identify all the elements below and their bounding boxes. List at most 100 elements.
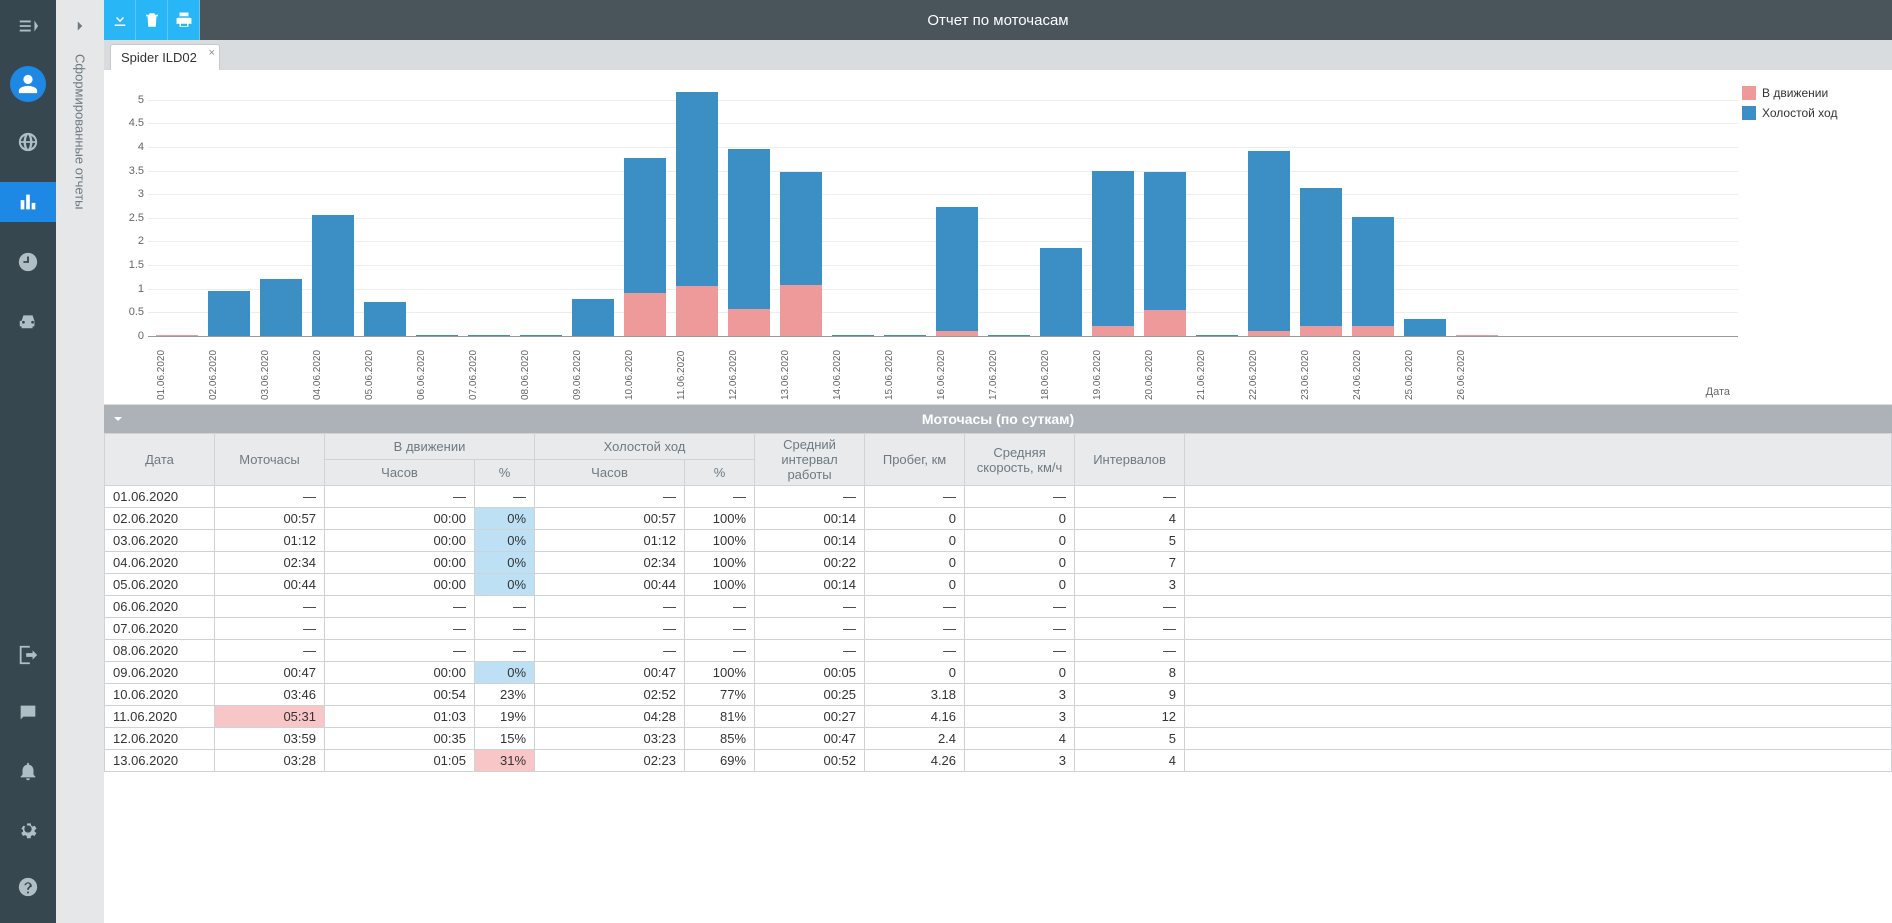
bar-column[interactable] — [936, 207, 978, 336]
titlebar: Отчет по моточасам — [104, 0, 1892, 40]
table-row[interactable]: 09.06.202000:4700:000%00:47100%00:05008 — [105, 662, 1892, 684]
reports-panel-collapsed: Сформированные отчеты — [56, 0, 104, 923]
bar-column[interactable] — [520, 335, 562, 336]
legend-moving: В движении — [1742, 86, 1874, 100]
menu-toggle[interactable] — [10, 8, 46, 44]
bar-column[interactable] — [1248, 151, 1290, 336]
table-row[interactable]: 02.06.202000:5700:000%00:57100%00:14004 — [105, 508, 1892, 530]
nav-history[interactable] — [10, 244, 46, 280]
tab-label: Spider ILD02 — [121, 50, 197, 65]
x-tick: 14.06.2020 — [832, 340, 874, 400]
bar-column[interactable] — [988, 335, 1030, 336]
th-avg-interval[interactable]: Средний интервал работы — [755, 434, 865, 486]
x-tick: 06.06.2020 — [416, 340, 458, 400]
x-tick: 01.06.2020 — [156, 340, 198, 400]
bar-column[interactable] — [780, 172, 822, 336]
x-tick: 03.06.2020 — [260, 340, 302, 400]
expand-panel-button[interactable] — [62, 8, 98, 44]
message-icon — [17, 702, 39, 724]
tab-spider[interactable]: Spider ILD02 × — [110, 44, 220, 70]
table-row[interactable]: 08.06.2020————————— — [105, 640, 1892, 662]
th-moving-pct[interactable]: % — [475, 460, 535, 486]
help-icon — [17, 876, 39, 898]
bar-column[interactable] — [728, 149, 770, 336]
bar-column[interactable] — [416, 335, 458, 336]
bar-column[interactable] — [1092, 171, 1134, 336]
th-idle-pct[interactable]: % — [685, 460, 755, 486]
bar-chart-icon — [17, 191, 39, 213]
collapse-section-button[interactable] — [104, 411, 132, 427]
x-tick: 19.06.2020 — [1092, 340, 1134, 400]
download-button[interactable] — [104, 0, 136, 40]
th-engine[interactable]: Моточасы — [215, 434, 325, 486]
nav-notifications[interactable] — [10, 753, 46, 789]
table-container[interactable]: Дата Моточасы В движении Холостой ход Ср… — [104, 433, 1892, 923]
print-button[interactable] — [168, 0, 200, 40]
x-tick: 07.06.2020 — [468, 340, 510, 400]
th-moving[interactable]: В движении — [325, 434, 535, 460]
panel-label: Сформированные отчеты — [73, 54, 88, 210]
bell-icon — [17, 760, 39, 782]
bar-column[interactable] — [1300, 188, 1342, 336]
th-idle-hours[interactable]: Часов — [535, 460, 685, 486]
nav-settings[interactable] — [10, 811, 46, 847]
th-moving-hours[interactable]: Часов — [325, 460, 475, 486]
nav-reports[interactable] — [0, 182, 56, 222]
bar-column[interactable] — [1040, 248, 1082, 336]
clock-icon — [17, 251, 39, 273]
bar-column[interactable] — [676, 92, 718, 336]
table-row[interactable]: 04.06.202002:3400:000%02:34100%00:22007 — [105, 552, 1892, 574]
car-icon — [17, 309, 39, 331]
bar-column[interactable] — [884, 335, 926, 336]
bar-column[interactable] — [260, 279, 302, 336]
bar-column[interactable] — [1196, 335, 1238, 336]
table-row[interactable]: 03.06.202001:1200:000%01:12100%00:14005 — [105, 530, 1892, 552]
table-row[interactable]: 13.06.202003:2801:0531%02:2369%00:524.26… — [105, 750, 1892, 772]
th-avg-speed[interactable]: Средняя скорость, км/ч — [965, 434, 1075, 486]
bar-column[interactable] — [468, 335, 510, 336]
bar-column[interactable] — [208, 291, 250, 336]
bar-column[interactable] — [1456, 335, 1498, 336]
table-row[interactable]: 12.06.202003:5900:3515%03:2385%00:472.44… — [105, 728, 1892, 750]
table-row[interactable]: 06.06.2020————————— — [105, 596, 1892, 618]
y-tick: 3 — [120, 188, 144, 200]
table-row[interactable]: 11.06.202005:3101:0319%04:2881%00:274.16… — [105, 706, 1892, 728]
bar-column[interactable] — [572, 299, 614, 336]
bar-column[interactable] — [1352, 217, 1394, 336]
bar-column[interactable] — [156, 335, 198, 336]
nav-help[interactable] — [10, 869, 46, 905]
bar-column[interactable] — [312, 215, 354, 336]
nav-globe[interactable] — [10, 124, 46, 160]
nav-user[interactable] — [10, 66, 46, 102]
bar-column[interactable] — [832, 335, 874, 336]
th-date[interactable]: Дата — [105, 434, 215, 486]
trash-icon — [143, 11, 161, 29]
table-row[interactable]: 01.06.2020————————— — [105, 486, 1892, 508]
close-icon[interactable]: × — [208, 47, 214, 59]
nav-messages[interactable] — [10, 695, 46, 731]
bar-column[interactable] — [364, 302, 406, 337]
bar-column[interactable] — [1144, 172, 1186, 337]
th-intervals[interactable]: Интервалов — [1075, 434, 1185, 486]
table-row[interactable]: 10.06.202003:4600:5423%02:5277%00:253.18… — [105, 684, 1892, 706]
x-tick: 20.06.2020 — [1144, 340, 1186, 400]
bar-column[interactable] — [624, 158, 666, 336]
globe-icon — [17, 131, 39, 153]
bar-column[interactable] — [1404, 319, 1446, 336]
delete-button[interactable] — [136, 0, 168, 40]
th-mileage[interactable]: Пробег, км — [865, 434, 965, 486]
x-tick: 21.06.2020 — [1196, 340, 1238, 400]
table-row[interactable]: 05.06.202000:4400:000%00:44100%00:14003 — [105, 574, 1892, 596]
x-tick: 04.06.2020 — [312, 340, 354, 400]
chart-plot: 00.511.522.533.544.55 01.06.202002.06.20… — [118, 76, 1738, 398]
chevron-right-icon — [71, 17, 89, 35]
nav-vehicle[interactable] — [10, 302, 46, 338]
table-row[interactable]: 07.06.2020————————— — [105, 618, 1892, 640]
x-tick: 26.06.2020 — [1456, 340, 1498, 400]
y-tick: 1.5 — [120, 259, 144, 271]
chart-area: 00.511.522.533.544.55 01.06.202002.06.20… — [104, 70, 1892, 405]
gear-icon — [17, 818, 39, 840]
th-idle[interactable]: Холостой ход — [535, 434, 755, 460]
nav-logout[interactable] — [10, 637, 46, 673]
y-tick: 0 — [120, 330, 144, 342]
